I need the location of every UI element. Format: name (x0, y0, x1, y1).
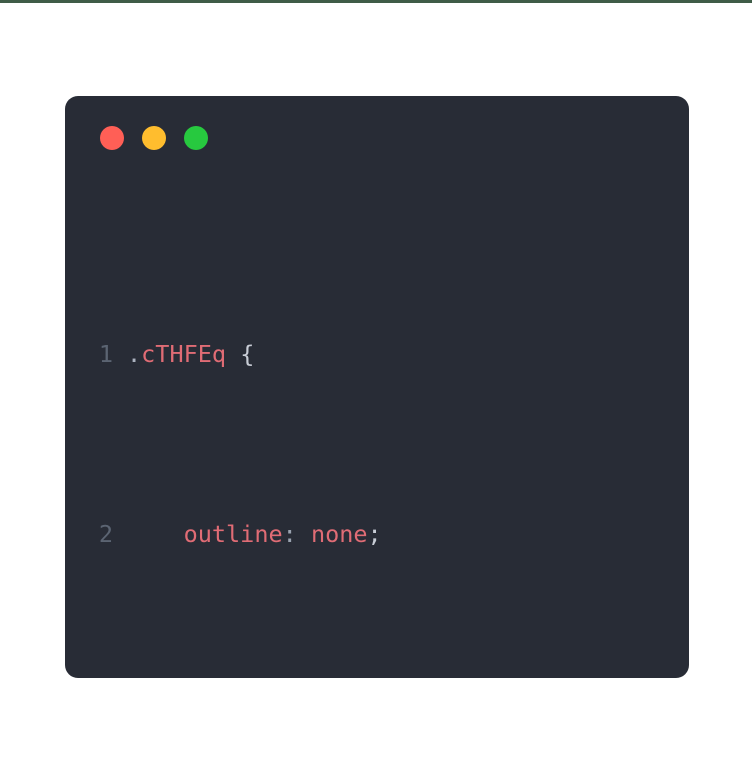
line-number: 1 (98, 340, 113, 368)
token-colon: : (282, 520, 297, 548)
window-controls (100, 126, 208, 150)
line-number: 2 (98, 520, 113, 548)
maximize-window-dot-icon[interactable] (184, 126, 208, 150)
token-semicolon: ; (367, 520, 382, 548)
code-window-card: 1 .cTHFEq { 2 outline: none; 3 border: 0… (65, 96, 689, 678)
top-accent-strip (0, 0, 752, 3)
token-selector-dot: . (127, 340, 142, 368)
close-window-dot-icon[interactable] (100, 126, 124, 150)
token-selector-name: cTHFEq (141, 340, 227, 368)
line-content[interactable]: .cTHFEq { (127, 336, 689, 372)
minimize-window-dot-icon[interactable] (142, 126, 166, 150)
token-brace-open: { (240, 340, 255, 368)
code-line: 2 outline: none; (65, 516, 689, 552)
line-content[interactable]: outline: none; (127, 516, 689, 552)
code-line: 1 .cTHFEq { (65, 336, 689, 372)
token-property-outline: outline (183, 520, 283, 548)
token-value-none: none (310, 520, 368, 548)
code-editor-body: 1 .cTHFEq { 2 outline: none; 3 border: 0… (65, 192, 689, 678)
